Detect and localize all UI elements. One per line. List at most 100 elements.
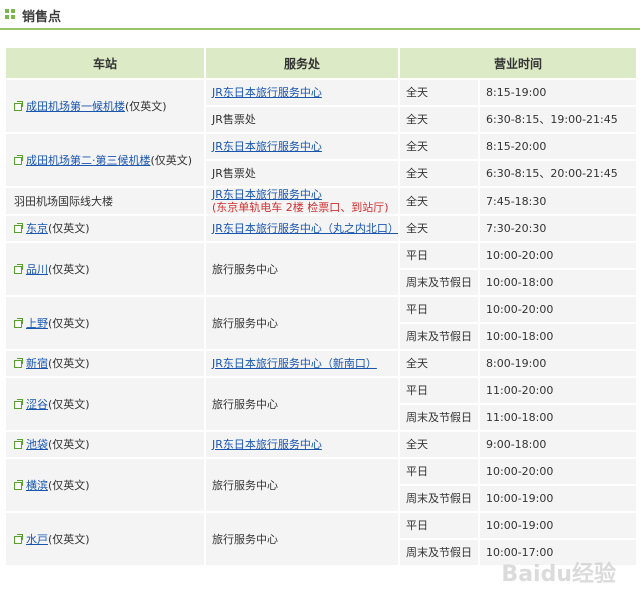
- time-cell: 7:45-18:30: [477, 186, 639, 216]
- time-cell: 10:00-20:00: [477, 457, 639, 486]
- table-row: 涩谷(仅英文) 旅行服务中心 平日 11:00-20:00: [4, 376, 639, 432]
- office-cell: JR东日本旅行服务中心: [204, 132, 400, 161]
- office-cell: 旅行服务中心: [204, 295, 400, 351]
- station-cell: 水戸(仅英文): [4, 511, 206, 567]
- table-row: 东京(仅英文) JR东日本旅行服务中心（丸之内北口） 全天 7:30-20:30: [4, 214, 639, 243]
- table-row: 新宿(仅英文) JR东日本旅行服务中心（新南口） 全天 8:00-19:00: [4, 349, 639, 378]
- table-row: 品川(仅英文) 旅行服务中心 平日 10:00-20:00: [4, 241, 639, 297]
- office-cell: JR东日本旅行服务中心 (东京单轨电车 2楼 检票口、到站厅): [204, 186, 400, 216]
- station-link[interactable]: 东京: [26, 222, 48, 235]
- office-link[interactable]: JR东日本旅行服务中心: [212, 86, 322, 99]
- day-type-cell: 平日: [398, 511, 480, 540]
- table-row: 横滨(仅英文) 旅行服务中心 平日 10:00-20:00: [4, 457, 639, 513]
- office-cell: 旅行服务中心: [204, 511, 400, 567]
- external-link-icon: [14, 479, 23, 490]
- time-cell: 10:00-17:00: [477, 538, 639, 567]
- office-link[interactable]: JR东日本旅行服务中心（新南口）: [212, 357, 377, 370]
- office-link[interactable]: JR东日本旅行服务中心: [212, 189, 322, 201]
- header-station: 车站: [4, 46, 206, 80]
- office-name: 旅行服务中心: [212, 316, 278, 330]
- external-link-icon: [14, 439, 23, 449]
- office-name: 旅行服务中心: [212, 262, 278, 276]
- header-office: 服务处: [204, 46, 400, 80]
- time-cell: 10:00-18:00: [477, 322, 639, 351]
- station-link[interactable]: 涩谷: [26, 398, 48, 411]
- external-link-icon: [14, 533, 23, 544]
- station-note: (仅英文): [48, 532, 90, 546]
- day-type-cell: 全天: [398, 349, 480, 378]
- time-cell: 10:00-18:00: [477, 268, 639, 297]
- station-note: (仅英文): [48, 222, 90, 235]
- office-cell: JR售票处: [204, 105, 400, 134]
- table-body: 成田机场第一候机楼(仅英文) JR东日本旅行服务中心 全天 8:15-19:00 JR售…: [4, 78, 639, 567]
- time-cell: 11:00-18:00: [477, 403, 639, 432]
- station-note: (仅英文): [48, 438, 90, 451]
- office-name: 旅行服务中心: [212, 478, 278, 492]
- section-header: 销售点: [0, 0, 640, 30]
- office-link[interactable]: JR东日本旅行服务中心（丸之内北口）: [212, 222, 397, 235]
- station-cell: 横滨(仅英文): [4, 457, 206, 513]
- office-link[interactable]: JR东日本旅行服务中心: [212, 140, 322, 153]
- time-cell: 6:30-8:15、20:00-21:45: [477, 159, 639, 188]
- time-cell: 10:00-20:00: [477, 295, 639, 324]
- office-cell: 旅行服务中心: [204, 457, 400, 513]
- office-name: JR售票处: [212, 167, 256, 180]
- external-link-icon: [14, 100, 23, 111]
- time-cell: 10:00-20:00: [477, 241, 639, 270]
- external-link-icon: [14, 223, 23, 233]
- time-cell: 8:15-19:00: [477, 78, 639, 107]
- day-type-cell: 周末及节假日: [398, 484, 480, 513]
- office-cell: JR东日本旅行服务中心（丸之内北口）: [204, 214, 400, 243]
- office-location-note: (东京单轨电车 2楼 检票口、到站厅): [212, 201, 389, 214]
- external-link-icon: [14, 317, 23, 328]
- table-header-row: 车站 服务处 营业时间: [4, 46, 639, 80]
- station-cell: 成田机场第一候机楼(仅英文): [4, 78, 206, 134]
- time-cell: 10:00-19:00: [477, 511, 639, 540]
- time-cell: 11:00-20:00: [477, 376, 639, 405]
- office-cell: 旅行服务中心: [204, 376, 400, 432]
- office-name: 旅行服务中心: [212, 397, 278, 411]
- day-type-cell: 全天: [398, 186, 480, 216]
- station-link[interactable]: 新宿: [26, 357, 48, 370]
- station-cell: 新宿(仅英文): [4, 349, 206, 378]
- time-cell: 9:00-18:00: [477, 430, 639, 459]
- station-note: (仅英文): [48, 316, 90, 330]
- external-link-icon: [14, 398, 23, 409]
- station-cell: 东京(仅英文): [4, 214, 206, 243]
- time-cell: 8:15-20:00: [477, 132, 639, 161]
- day-type-cell: 周末及节假日: [398, 322, 480, 351]
- day-type-cell: 周末及节假日: [398, 538, 480, 567]
- office-link[interactable]: JR东日本旅行服务中心: [212, 438, 322, 451]
- office-cell: JR东日本旅行服务中心: [204, 78, 400, 107]
- table-row: 羽田机场国际线大楼 JR东日本旅行服务中心 (东京单轨电车 2楼 检票口、到站厅) 全…: [4, 186, 639, 216]
- external-link-icon: [14, 358, 23, 368]
- station-name: 羽田机场国际线大楼: [14, 194, 113, 208]
- office-name: JR售票处: [212, 113, 256, 126]
- station-link[interactable]: 横滨: [26, 479, 48, 492]
- day-type-cell: 平日: [398, 376, 480, 405]
- station-note: (仅英文): [48, 262, 90, 276]
- station-link[interactable]: 池袋: [26, 438, 48, 451]
- day-type-cell: 平日: [398, 241, 480, 270]
- station-link[interactable]: 水戸: [26, 533, 48, 546]
- external-link-icon: [14, 263, 23, 274]
- day-type-cell: 平日: [398, 457, 480, 486]
- day-type-cell: 平日: [398, 295, 480, 324]
- day-type-cell: 周末及节假日: [398, 268, 480, 297]
- station-cell: 品川(仅英文): [4, 241, 206, 297]
- time-cell: 8:00-19:00: [477, 349, 639, 378]
- section-title: 销售点: [22, 10, 62, 25]
- station-link[interactable]: 成田机场第一候机楼: [26, 100, 125, 113]
- day-type-cell: 周末及节假日: [398, 403, 480, 432]
- office-cell: 旅行服务中心: [204, 241, 400, 297]
- table-row: 池袋(仅英文) JR东日本旅行服务中心 全天 9:00-18:00: [4, 430, 639, 459]
- day-type-cell: 全天: [398, 214, 480, 243]
- station-cell: 上野(仅英文): [4, 295, 206, 351]
- station-link[interactable]: 成田机场第二·第三候机楼: [26, 154, 151, 167]
- station-link[interactable]: 品川: [26, 263, 48, 276]
- station-link[interactable]: 上野: [26, 317, 48, 330]
- station-cell: 羽田机场国际线大楼: [4, 186, 206, 216]
- table-row: 成田机场第二·第三候机楼(仅英文) JR东日本旅行服务中心 全天 8:15-20:00: [4, 132, 639, 188]
- station-cell: 涩谷(仅英文): [4, 376, 206, 432]
- time-cell: 10:00-19:00: [477, 484, 639, 513]
